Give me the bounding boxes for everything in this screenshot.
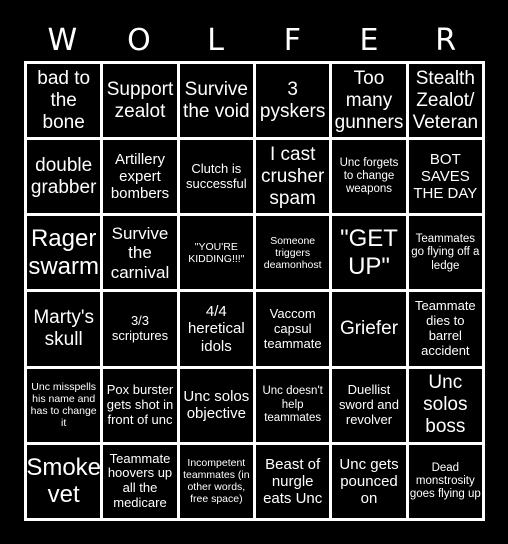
bingo-cell-text: "YOU'RE KIDDING!!!": [188, 240, 245, 265]
bingo-cell[interactable]: Teammate hoovers up all the medicare: [103, 444, 177, 518]
bingo-cell[interactable]: Dead monstrosity goes flying up: [408, 444, 482, 518]
header-letter-r: R: [435, 23, 457, 58]
bingo-cell[interactable]: Teammate dies to barrel accident: [408, 292, 482, 366]
bingo-cell-text: Unc gets pounced on: [339, 455, 399, 508]
bingo-cell[interactable]: Survive the carnival: [103, 216, 177, 290]
bingo-cell-text: Unc forgets to change weapons: [339, 156, 399, 196]
bingo-cell[interactable]: Rager swarm: [27, 216, 101, 290]
bingo-cell[interactable]: Unc doesn't help teammates: [256, 368, 330, 442]
bingo-cell[interactable]: Too many gunners: [332, 64, 406, 138]
bingo-cell[interactable]: "GET UP": [332, 216, 406, 290]
bingo-cell[interactable]: Clutch is successful: [179, 140, 253, 214]
bingo-cell[interactable]: 4/4 heretical idols: [179, 292, 253, 366]
bingo-cell-text: Beast of nurgle eats Unc: [263, 455, 323, 508]
bingo-cell-text: 3/3 scriptures: [111, 313, 169, 344]
bingo-cell-text: Incompetent teammates (in other words, f…: [183, 457, 250, 506]
header-letter-w: W: [47, 23, 78, 58]
bingo-cell-text: Teammate hoovers up all the medicare: [107, 450, 173, 511]
bingo-cell-text: 4/4 heretical idols: [187, 303, 245, 355]
bingo-cell-text: Vaccom capsul teammate: [263, 305, 322, 351]
bingo-header: W O L F E R: [24, 22, 484, 60]
bingo-cell[interactable]: Unc gets pounced on: [332, 444, 406, 518]
bingo-cell-text: I cast crusher spam: [260, 143, 325, 209]
header-letter-l: L: [207, 23, 225, 58]
bingo-cell[interactable]: I cast crusher spam: [256, 140, 330, 214]
bingo-cell[interactable]: Pox burster gets shot in front of unc: [103, 368, 177, 442]
bingo-cell-text: "GET UP": [340, 225, 398, 280]
bingo-cell[interactable]: Marty's skull: [27, 292, 101, 366]
bingo-cell[interactable]: 3 pyskers: [256, 64, 330, 138]
bingo-cell-text: Teammate dies to barrel accident: [414, 298, 476, 358]
bingo-cell-text: Unc solos objective: [183, 387, 250, 423]
bingo-cell[interactable]: Unc forgets to change weapons: [332, 140, 406, 214]
bingo-cell[interactable]: 3/3 scriptures: [103, 292, 177, 366]
bingo-cell-text: Clutch is successful: [185, 160, 247, 191]
bingo-cell-text: Too many gunners: [334, 67, 404, 133]
bingo-cell[interactable]: Unc misspells his name and has to change…: [27, 368, 101, 442]
bingo-cell[interactable]: Support zealot: [103, 64, 177, 138]
bingo-cell-text: Unc misspells his name and has to change…: [30, 381, 97, 430]
bingo-cell-text: Teammates go flying off a ledge: [411, 233, 480, 272]
bingo-cell-text: 3 pyskers: [259, 78, 326, 122]
bingo-cell[interactable]: Teammates go flying off a ledge: [408, 216, 482, 290]
header-letter-f: F: [283, 23, 301, 58]
bingo-cell[interactable]: Duellist sword and revolver: [332, 368, 406, 442]
bingo-cell[interactable]: Artillery expert bombers: [103, 140, 177, 214]
bingo-cell[interactable]: double grabber: [27, 140, 101, 214]
bingo-cell[interactable]: BOT SAVES THE DAY: [408, 140, 482, 214]
bingo-cell-text: Pox burster gets shot in front of unc: [106, 381, 174, 427]
bingo-cell-text: Griefer: [339, 318, 399, 340]
bingo-cell-text: Dead monstrosity goes flying up: [409, 461, 481, 501]
bingo-cell-text: bad to the bone: [37, 67, 91, 133]
bingo-cell[interactable]: Someone triggers deamonhost: [256, 216, 330, 290]
bingo-cell[interactable]: Vaccom capsul teammate: [256, 292, 330, 366]
bingo-cell[interactable]: Griefer: [332, 292, 406, 366]
bingo-cell-text: double grabber: [30, 154, 97, 198]
bingo-cell-text: Someone triggers deamonhost: [263, 234, 322, 271]
bingo-cell-text: Unc solos boss: [423, 372, 468, 438]
bingo-cell[interactable]: Survive the void: [179, 64, 253, 138]
bingo-cell-text: Marty's skull: [33, 307, 94, 351]
bingo-cell[interactable]: Stealth Zealot/ Veteran: [408, 64, 482, 138]
bingo-cell[interactable]: Unc solos objective: [179, 368, 253, 442]
bingo-cell[interactable]: Unc solos boss: [408, 368, 482, 442]
bingo-cell-text: Smoke vet: [27, 453, 101, 509]
bingo-cell[interactable]: bad to the bone: [27, 64, 101, 138]
bingo-cell-text: Duellist sword and revolver: [339, 381, 399, 427]
bingo-cell[interactable]: Beast of nurgle eats Unc: [256, 444, 330, 518]
bingo-cell-text: Survive the carnival: [110, 223, 170, 282]
bingo-cell-text: Survive the void: [183, 78, 250, 122]
bingo-cell[interactable]: Incompetent teammates (in other words, f…: [179, 444, 253, 518]
bingo-cell[interactable]: "YOU'RE KIDDING!!!": [179, 216, 253, 290]
bingo-board: bad to the bone Support zealot Survive the…: [24, 61, 485, 521]
bingo-cell-text: Stealth Zealot/ Veteran: [412, 67, 479, 133]
header-letter-e: E: [359, 23, 379, 58]
bingo-cell[interactable]: Smoke vet: [27, 444, 101, 518]
bingo-cell-text: Unc doesn't help teammates: [262, 385, 323, 424]
bingo-cell-text: Rager swarm: [28, 225, 99, 280]
bingo-cell-text: Support zealot: [106, 78, 174, 122]
bingo-cell-text: Artillery expert bombers: [110, 150, 170, 203]
header-letter-o: O: [127, 23, 151, 58]
bingo-cell-text: BOT SAVES THE DAY: [413, 150, 478, 203]
